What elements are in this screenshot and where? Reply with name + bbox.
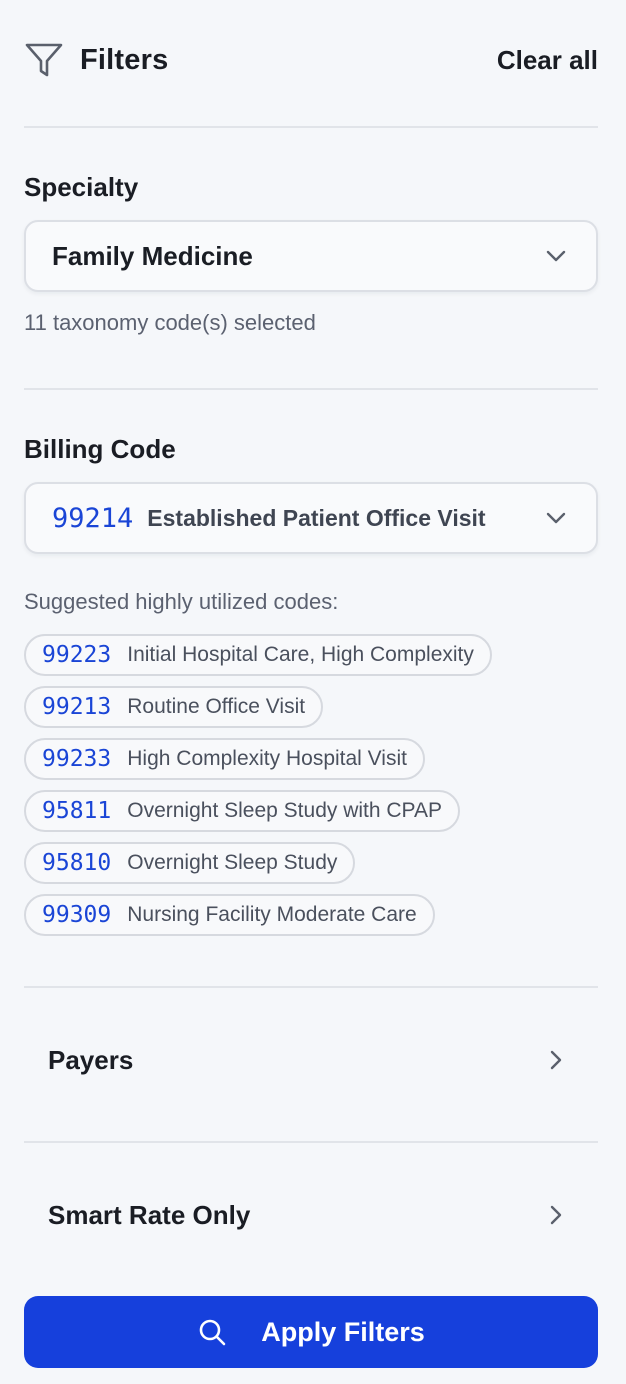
chevron-right-icon	[544, 1203, 568, 1227]
payers-label: Payers	[48, 1044, 134, 1075]
chip-code: 95811	[42, 798, 112, 824]
suggested-codes-label: Suggested highly utilized codes:	[24, 589, 339, 614]
chip-label: Initial Hospital Care, High Complexity	[127, 643, 474, 666]
search-icon	[197, 1317, 227, 1347]
suggested-code-chip[interactable]: 99213 Routine Office Visit	[24, 686, 324, 728]
smart-rate-row[interactable]: Smart Rate Only	[24, 1175, 598, 1255]
suggested-code-chip[interactable]: 99223 Initial Hospital Care, High Comple…	[24, 634, 492, 676]
divider	[24, 388, 598, 390]
filters-header: Filters Clear all	[24, 38, 598, 82]
billing-code-selected-code: 99214	[52, 502, 134, 534]
suggested-code-chip[interactable]: 95810 Overnight Sleep Study	[24, 842, 356, 884]
suggested-code-chip[interactable]: 99309 Nursing Facility Moderate Care	[24, 894, 435, 936]
divider	[24, 126, 598, 128]
page-title: Filters	[80, 43, 169, 76]
taxonomy-count-hint: 11 taxonomy code(s) selected	[24, 310, 316, 335]
chevron-right-icon	[544, 1048, 568, 1072]
chip-label: Routine Office Visit	[127, 695, 306, 718]
chip-code: 99233	[42, 746, 112, 772]
chip-code: 99223	[42, 642, 112, 668]
specialty-label: Specialty	[24, 172, 139, 202]
specialty-selected-value: Family Medicine	[52, 240, 253, 271]
filter-icon	[24, 40, 64, 80]
chevron-down-icon	[544, 506, 568, 530]
apply-filters-label: Apply Filters	[261, 1316, 425, 1347]
suggested-code-chip[interactable]: 99233 High Complexity Hospital Visit	[24, 738, 425, 780]
payers-row[interactable]: Payers	[24, 1020, 598, 1100]
billing-code-label: Billing Code	[24, 434, 176, 464]
suggested-code-chip[interactable]: 95811 Overnight Sleep Study with CPAP	[24, 790, 461, 832]
specialty-select[interactable]: Family Medicine	[24, 220, 598, 292]
chip-label: Nursing Facility Moderate Care	[127, 903, 417, 926]
chip-label: Overnight Sleep Study with CPAP	[127, 799, 443, 822]
chip-label: Overnight Sleep Study	[127, 851, 338, 874]
suggested-codes-list: 99223 Initial Hospital Care, High Comple…	[24, 634, 492, 936]
chip-code: 95810	[42, 850, 112, 876]
divider	[24, 986, 598, 988]
billing-code-selected-desc: Established Patient Office Visit	[147, 504, 486, 531]
apply-filters-button[interactable]: Apply Filters	[24, 1296, 598, 1368]
header-title-group: Filters	[24, 40, 168, 80]
chip-code: 99309	[42, 902, 112, 928]
smart-rate-label: Smart Rate Only	[48, 1199, 251, 1230]
billing-code-select[interactable]: 99214 Established Patient Office Visit	[24, 482, 598, 554]
chip-code: 99213	[42, 694, 112, 720]
chip-label: High Complexity Hospital Visit	[127, 747, 407, 770]
clear-all-button[interactable]: Clear all	[497, 45, 598, 76]
filters-panel: Filters Clear all Specialty Family Medic…	[0, 0, 626, 1384]
chevron-down-icon	[544, 244, 568, 268]
divider	[24, 1141, 598, 1143]
